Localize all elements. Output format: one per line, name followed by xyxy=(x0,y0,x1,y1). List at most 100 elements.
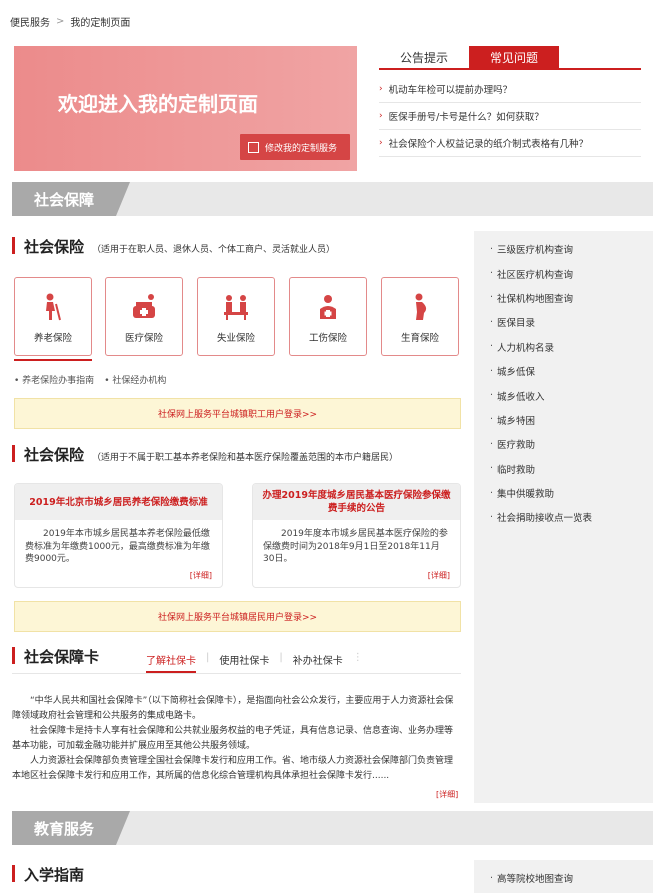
card-label: 生育保险 xyxy=(400,333,439,344)
sidebar-item[interactable]: · 医保目录 xyxy=(474,310,653,334)
breadcrumb: 便民服务 > 我的定制页面 xyxy=(10,14,130,29)
card-pension-insurance[interactable]: 养老保险 xyxy=(14,277,92,356)
faq-item[interactable]: › 医保手册号/卡号是什么？如何获取？ xyxy=(379,103,641,130)
news-card[interactable]: 办理2019年度城乡居民基本医疗保险参保缴费手续的公告 2019年度本市城乡居民… xyxy=(252,483,461,588)
social-card-more-link[interactable]: [详细] xyxy=(436,789,458,800)
edit-button-label: 修改我的定制服务 xyxy=(265,143,338,154)
sidebar-item-label: 城乡特困 xyxy=(497,415,536,427)
sidebar-item-label: 集中供暖救助 xyxy=(497,489,555,501)
link-social-agencies[interactable]: • 社保经办机构 xyxy=(104,373,166,386)
sidebar-item[interactable]: · 三级医疗机构查询 xyxy=(474,237,653,261)
edit-custom-service-button[interactable]: 修改我的定制服务 xyxy=(240,134,350,160)
breadcrumb-home-link[interactable]: 便民服务 xyxy=(10,14,50,29)
sidebar-item[interactable]: · 临时救助 xyxy=(474,457,653,481)
notice-tabs: 公告提示 常见问题 xyxy=(379,46,641,70)
social-card-tabs: 了解社保卡 | 使用社保卡 | 补办社保卡 ⋮ xyxy=(146,652,363,673)
banner-title: 欢迎进入我的定制页面 xyxy=(58,92,258,116)
elderly-icon xyxy=(46,293,61,321)
sidebar-item[interactable]: · 城乡低收入 xyxy=(474,383,653,407)
maternity-icon xyxy=(415,293,427,320)
employee-login-bar[interactable]: 社保网上服务平台城镇职工用户登录>> xyxy=(14,398,461,429)
active-card-underline xyxy=(14,359,92,361)
unemployment-icon xyxy=(224,295,248,320)
tab-use-card[interactable]: 使用社保卡 xyxy=(219,652,269,673)
chevron-right-icon: › xyxy=(379,84,383,94)
section-header-education: 教育服务 xyxy=(12,811,653,845)
sidebar-item[interactable]: · 社区医疗机构查询 xyxy=(474,261,653,285)
subsection-title: 社会保险 xyxy=(24,446,85,464)
tab-announcements[interactable]: 公告提示 xyxy=(379,46,469,68)
section-title: 教育服务 xyxy=(12,811,130,845)
faq-list: › 机动车年检可以提前办理吗？ › 医保手册号/卡号是什么？如何获取？ › 社会保险个… xyxy=(379,76,641,157)
subsection-note: （适用于在职人员、退休人员、个体工商户、灵活就业人员） xyxy=(92,245,336,255)
divider xyxy=(12,673,461,674)
tab-divider: ⋮ xyxy=(352,652,363,663)
news-card-more-link[interactable]: [详细] xyxy=(190,570,212,581)
heading-accent-bar xyxy=(12,647,15,664)
sidebar-item[interactable]: · 高等院校地图查询 xyxy=(474,866,653,890)
faq-item-label: 医保手册号/卡号是什么？如何获取？ xyxy=(388,112,544,123)
sidebar-item[interactable]: · 城乡特困 xyxy=(474,408,653,432)
subsection-heading-enrollment: 入学指南 xyxy=(12,864,84,885)
card-label: 工伤保险 xyxy=(308,333,347,344)
news-card-body: 2019年度本市城乡居民基本医疗保险的参保缴费时间为2018年9月1日至2018… xyxy=(263,529,448,564)
tab-faq[interactable]: 常见问题 xyxy=(469,46,559,68)
breadcrumb-current: 我的定制页面 xyxy=(70,18,131,29)
sidebar-item[interactable]: · 社保机构地图查询 xyxy=(474,286,653,310)
link-label: 社保经办机构 xyxy=(112,376,167,386)
chevron-right-icon: › xyxy=(379,138,383,148)
sidebar-item[interactable]: · 人力机构名录 xyxy=(474,335,653,359)
sidebar-item[interactable]: · 城乡低保 xyxy=(474,359,653,383)
welcome-banner: 欢迎进入我的定制页面 修改我的定制服务 xyxy=(14,46,357,171)
news-card-title: 办理2019年度城乡居民基本医疗保险参保缴费手续的公告 xyxy=(253,484,460,520)
insurance-links: • 养老保险办事指南 • 社保经办机构 xyxy=(14,373,166,386)
news-card-title: 2019年北京市城乡居民养老保险缴费标准 xyxy=(15,484,222,520)
card-unemployment-insurance[interactable]: 失业保险 xyxy=(197,277,275,356)
paragraph: “中华人民共和国社会保障卡”（以下简称社会保障卡），是指面向社会公众发行，主要应… xyxy=(12,696,454,721)
tab-reissue-card[interactable]: 补办社保卡 xyxy=(293,652,343,673)
link-pension-guide[interactable]: • 养老保险办事指南 xyxy=(14,373,94,386)
faq-item-label: 机动车年检可以提前办理吗？ xyxy=(388,85,513,96)
faq-item[interactable]: › 社会保险个人权益记录的纸介制式表格有几种？ xyxy=(379,130,641,157)
resident-login-bar[interactable]: 社保网上服务平台城镇居民用户登录>> xyxy=(14,601,461,632)
sidebar-item-label: 城乡低收入 xyxy=(497,391,545,403)
news-card[interactable]: 2019年北京市城乡居民养老保险缴费标准 2019年本市城乡居民基本养老保险最低… xyxy=(14,483,223,588)
injury-icon xyxy=(320,295,336,319)
tab-about-card[interactable]: 了解社保卡 xyxy=(146,652,196,673)
sidebar-item-label: 医保目录 xyxy=(497,318,536,330)
card-label: 失业保险 xyxy=(216,333,255,344)
section-header-social-security: 社会保障 xyxy=(12,182,653,216)
sidebar-item[interactable]: · 社会捐助接收点一览表 xyxy=(474,505,653,529)
subsection-heading-social-card: 社会保障卡 xyxy=(12,646,99,667)
tab-divider: | xyxy=(279,652,283,663)
section-title: 社会保障 xyxy=(12,182,130,216)
sidebar-quick-links: · 三级医疗机构查询 · 社区医疗机构查询 · 社保机构地图查询 · 医保目录 · 人力机… xyxy=(474,231,653,803)
paragraph: 人力资源社会保障部负责管理全国社会保障卡发行和应用工作。省、地市级人力资源社会保… xyxy=(12,756,454,781)
sidebar-item-label: 人力机构名录 xyxy=(497,342,555,354)
sidebar-item[interactable]: · 集中供暖救助 xyxy=(474,481,653,505)
link-label: 养老保险办事指南 xyxy=(22,376,95,386)
sidebar-item-label: 社区医疗机构查询 xyxy=(497,269,574,281)
news-card-more-link[interactable]: [详细] xyxy=(428,570,450,581)
subsection-note: （适用于不属于职工基本养老保险和基本医疗保险覆盖范围的本市户籍居民） xyxy=(92,453,399,463)
sidebar-item-label: 社会捐助接收点一览表 xyxy=(497,513,593,525)
sidebar-item-label: 医疗救助 xyxy=(497,440,536,452)
chevron-right-icon: › xyxy=(379,111,383,121)
card-maternity-insurance[interactable]: 生育保险 xyxy=(381,277,459,356)
sidebar-item[interactable]: · 医疗救助 xyxy=(474,432,653,456)
subsection-title: 社会保障卡 xyxy=(24,648,100,666)
sidebar-item-label: 临时救助 xyxy=(497,464,536,476)
faq-item[interactable]: › 机动车年检可以提前办理吗？ xyxy=(379,76,641,103)
subsection-heading-resident-insurance: 社会保险 （适用于不属于职工基本养老保险和基本医疗保险覆盖范围的本市户籍居民） xyxy=(12,444,398,465)
edit-icon xyxy=(248,141,259,153)
heading-accent-bar xyxy=(12,445,15,462)
card-work-injury-insurance[interactable]: 工伤保险 xyxy=(289,277,367,356)
card-label: 养老保险 xyxy=(33,333,72,344)
tab-divider: | xyxy=(206,652,210,663)
card-medical-insurance[interactable]: 医疗保险 xyxy=(105,277,183,356)
sidebar-item-label: 社保机构地图查询 xyxy=(497,293,574,305)
paragraph: 社会保障卡是持卡人享有社会保障和公共就业服务权益的电子凭证，具有信息记录、信息查… xyxy=(12,726,454,751)
card-label: 医疗保险 xyxy=(124,333,163,344)
subsection-heading-social-insurance: 社会保险 （适用于在职人员、退休人员、个体工商户、灵活就业人员） xyxy=(12,236,335,257)
faq-item-label: 社会保险个人权益记录的纸介制式表格有几种？ xyxy=(388,139,589,150)
